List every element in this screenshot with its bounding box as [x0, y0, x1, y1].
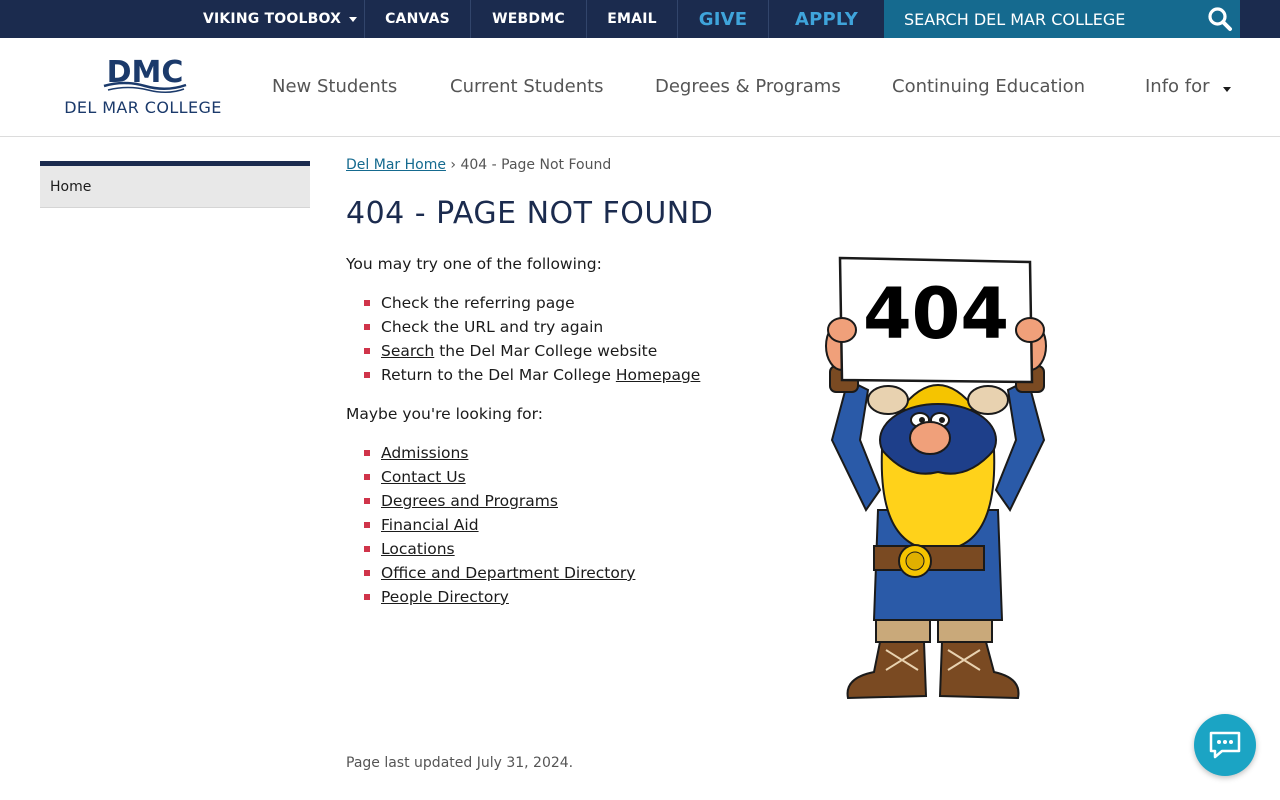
list-item: Return to the Del Mar College Homepage — [364, 363, 700, 387]
admissions-link[interactable]: Admissions — [381, 444, 468, 462]
caret-down-icon — [349, 16, 358, 22]
bullet — [364, 546, 370, 552]
chat-button[interactable] — [1194, 714, 1256, 776]
sidebar-nav: Home — [40, 161, 310, 208]
viking-toolbox-menu[interactable]: VIKING TOOLBOX — [196, 0, 364, 38]
last-updated-text: Page last updated July 31, 2024. — [346, 755, 574, 771]
list-item: Contact Us — [364, 465, 635, 489]
dmc-logo[interactable]: DMC DEL MAR COLLEGE — [52, 58, 234, 118]
intro-text: You may try one of the following: — [346, 255, 602, 273]
nav-current-students[interactable]: Current Students — [450, 76, 604, 97]
bullet — [364, 324, 370, 330]
list-item-text: the Del Mar College website — [434, 342, 658, 360]
office-directory-link[interactable]: Office and Department Directory — [381, 564, 635, 582]
bullet — [364, 522, 370, 528]
bullet — [364, 570, 370, 576]
site-search — [884, 0, 1240, 38]
search-button[interactable] — [1200, 0, 1240, 38]
list-item: Check the URL and try again — [364, 315, 700, 339]
search-input[interactable] — [884, 0, 1184, 38]
list-item: Admissions — [364, 441, 635, 465]
suggestion-list: Check the referring page Check the URL a… — [364, 291, 700, 387]
list-item: Check the referring page — [364, 291, 700, 315]
nav-new-students[interactable]: New Students — [272, 76, 397, 97]
site-header: DMC DEL MAR COLLEGE New Students Current… — [0, 38, 1280, 137]
list-item: Search the Del Mar College website — [364, 339, 700, 363]
bullet — [364, 348, 370, 354]
sidebar-item-home[interactable]: Home — [40, 166, 310, 208]
list-item: People Directory — [364, 585, 635, 609]
caret-down-icon — [1223, 87, 1232, 92]
homepage-link[interactable]: Homepage — [616, 366, 701, 384]
page-title: 404 - PAGE NOT FOUND — [346, 196, 714, 231]
bullet — [364, 498, 370, 504]
list-item: Financial Aid — [364, 513, 635, 537]
locations-link[interactable]: Locations — [381, 540, 455, 558]
list-item: Locations — [364, 537, 635, 561]
utility-bar: VIKING TOOLBOX CANVAS WEBDMC EMAIL GIVE … — [0, 0, 1280, 38]
bullet — [364, 474, 370, 480]
nav-continuing-education[interactable]: Continuing Education — [892, 76, 1085, 97]
nav-info-for[interactable]: Info for — [1145, 76, 1232, 97]
contact-us-link[interactable]: Contact Us — [381, 468, 466, 486]
dmc-logo-mark: DMC — [103, 58, 187, 93]
email-link[interactable]: EMAIL — [587, 0, 677, 38]
give-link[interactable]: GIVE — [678, 0, 768, 38]
viking-toolbox-label: VIKING TOOLBOX — [202, 11, 342, 27]
apply-link[interactable]: APPLY — [769, 0, 884, 38]
bullet — [364, 594, 370, 600]
search-link[interactable]: Search — [381, 342, 434, 360]
list-item-text: Check the URL and try again — [381, 318, 604, 336]
nav-info-for-label: Info for — [1145, 76, 1210, 97]
nav-degrees-programs[interactable]: Degrees & Programs — [655, 76, 841, 97]
bullet — [364, 300, 370, 306]
webdmc-link[interactable]: WEBDMC — [471, 0, 586, 38]
search-icon — [1208, 7, 1232, 31]
breadcrumb-separator: › — [450, 157, 457, 173]
looking-for-text: Maybe you're looking for: — [346, 405, 543, 423]
quick-links-list: Admissions Contact Us Degrees and Progra… — [364, 441, 635, 609]
breadcrumb-current: 404 - Page Not Found — [460, 157, 612, 173]
list-item-text: Return to the Del Mar College — [381, 366, 616, 384]
logo-text: DEL MAR COLLEGE — [64, 98, 222, 117]
viking-mascot-illustration: 404 — [825, 256, 1047, 700]
people-directory-link[interactable]: People Directory — [381, 588, 509, 606]
breadcrumb-home-link[interactable]: Del Mar Home — [346, 157, 446, 173]
bullet — [364, 372, 370, 378]
sign-404-text: 404 — [863, 273, 1009, 355]
list-item-text: Check the referring page — [381, 294, 575, 312]
financial-aid-link[interactable]: Financial Aid — [381, 516, 479, 534]
list-item: Degrees and Programs — [364, 489, 635, 513]
chat-bubble-icon — [1209, 731, 1241, 759]
list-item: Office and Department Directory — [364, 561, 635, 585]
bullet — [364, 450, 370, 456]
canvas-link[interactable]: CANVAS — [365, 0, 470, 38]
degrees-programs-link[interactable]: Degrees and Programs — [381, 492, 558, 510]
breadcrumb: Del Mar Home › 404 - Page Not Found — [346, 157, 611, 173]
